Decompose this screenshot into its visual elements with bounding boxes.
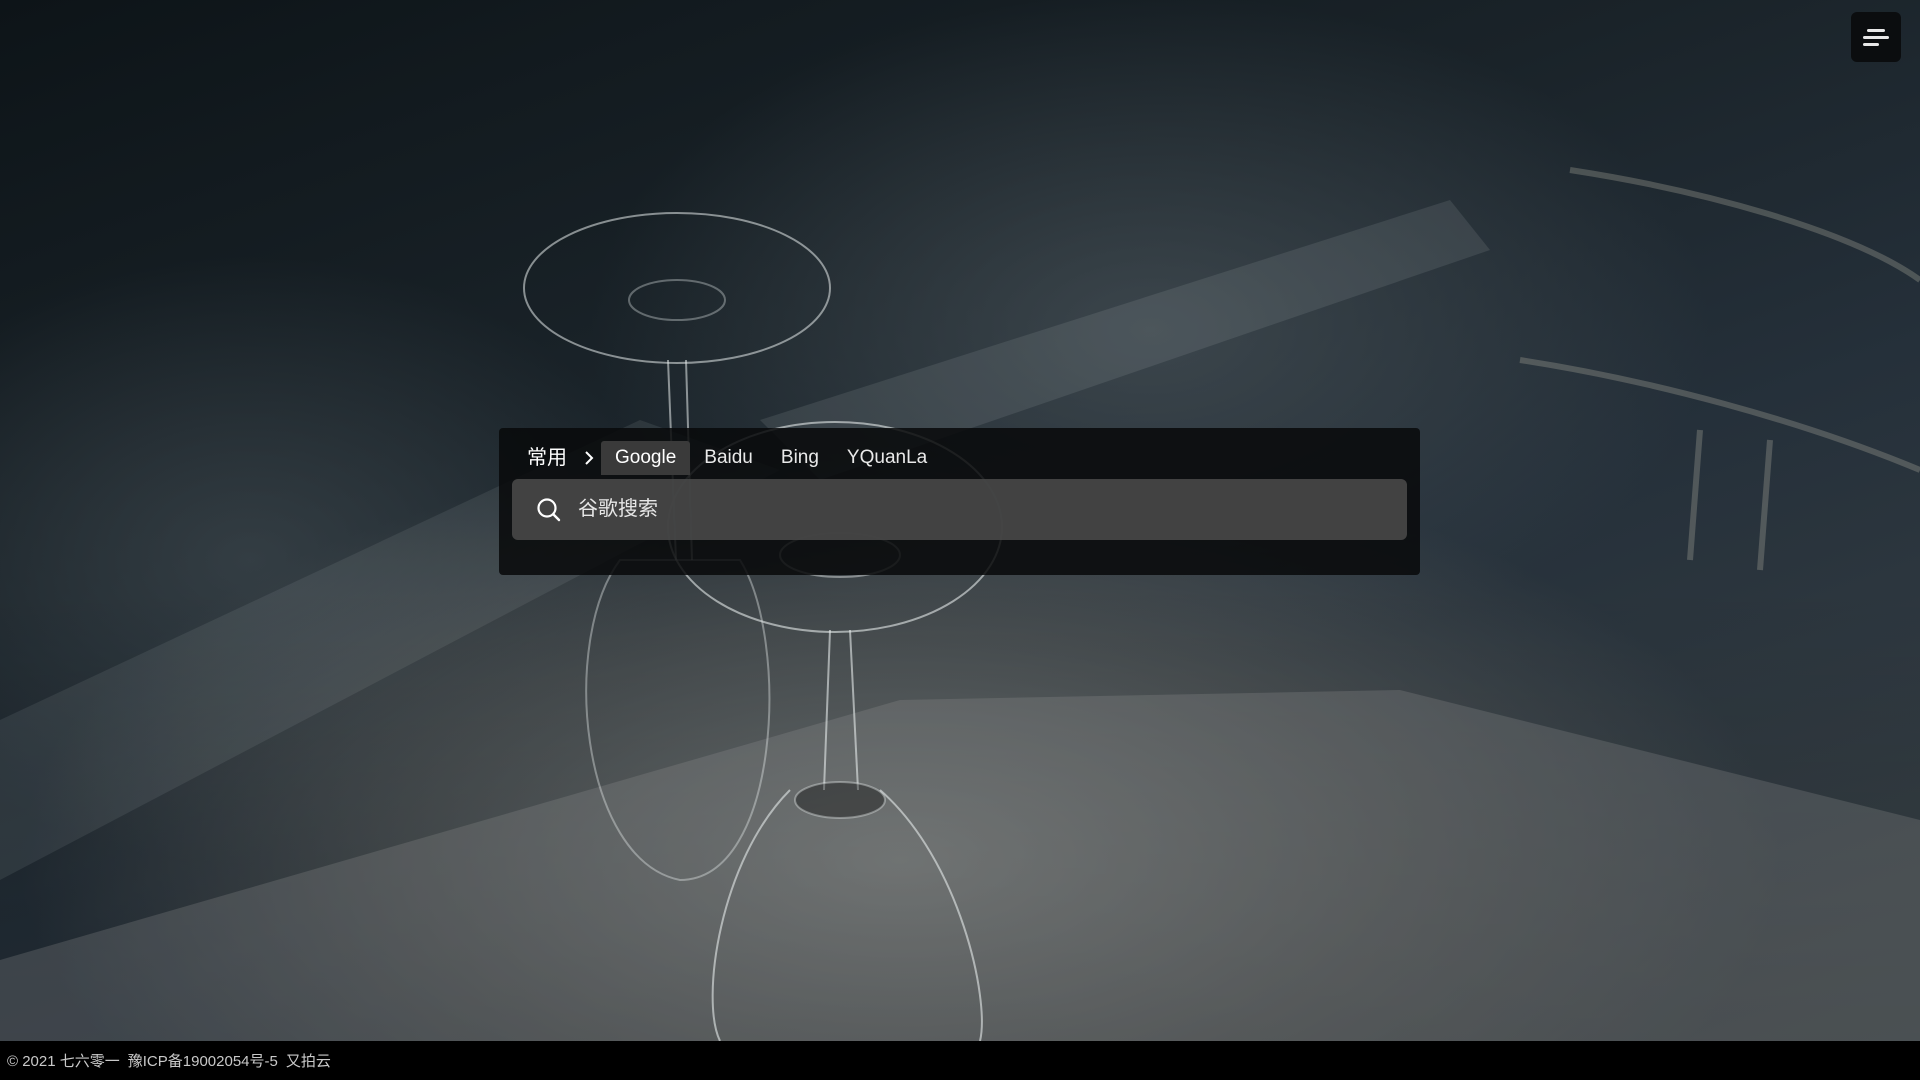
page: 常用 Google Baidu Bing YQuanLa © 2021 七六零一… xyxy=(0,0,1920,1080)
search-icon[interactable] xyxy=(532,493,566,527)
hamburger-menu-icon-line-2 xyxy=(1863,36,1889,39)
hamburger-menu-icon-line-1 xyxy=(1867,29,1885,32)
search-engine-tabs: 常用 Google Baidu Bing YQuanLa xyxy=(513,441,941,475)
tab-bing[interactable]: Bing xyxy=(767,441,833,475)
tab-google[interactable]: Google xyxy=(601,441,691,475)
footer: © 2021 七六零一 豫ICP备19002054号-5 又拍云 xyxy=(0,1041,1920,1080)
search-box xyxy=(512,479,1407,540)
footer-host-link[interactable]: 又拍云 xyxy=(286,1050,331,1071)
engine-group-label[interactable]: 常用 xyxy=(513,441,577,475)
hamburger-menu-button[interactable] xyxy=(1851,12,1901,62)
footer-copyright: © 2021 七六零一 xyxy=(7,1053,120,1070)
footer-icp-link[interactable]: 豫ICP备19002054号-5 xyxy=(128,1050,278,1071)
tab-yquanla[interactable]: YQuanLa xyxy=(833,441,941,475)
search-panel: 常用 Google Baidu Bing YQuanLa xyxy=(499,428,1420,575)
tab-baidu[interactable]: Baidu xyxy=(690,441,767,475)
chevron-right-icon xyxy=(577,441,601,475)
search-input[interactable] xyxy=(566,479,1407,540)
hamburger-menu-icon-line-3 xyxy=(1863,43,1879,46)
